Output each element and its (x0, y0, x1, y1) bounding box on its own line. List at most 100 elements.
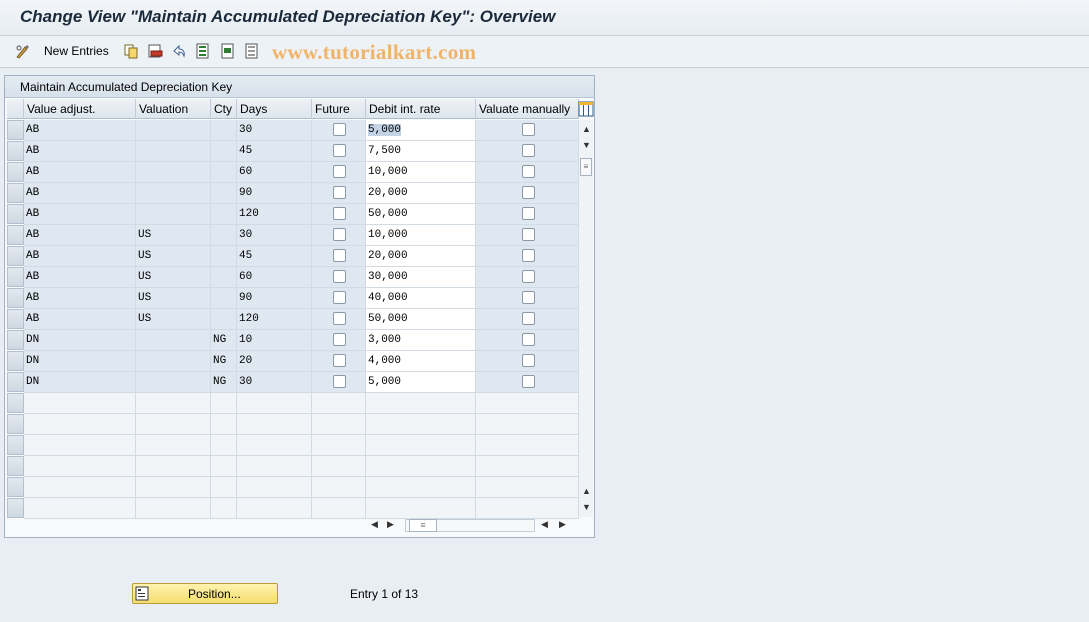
cell-debit-int-rate[interactable]: 7,500 (366, 141, 476, 162)
copy-icon[interactable] (123, 43, 139, 59)
scroll-page-up-icon[interactable]: ▲ (582, 486, 591, 496)
empty-cell (136, 456, 211, 477)
future-checkbox[interactable] (333, 144, 346, 157)
scroll-left-icon[interactable]: ◀ (371, 519, 378, 530)
row-selector[interactable] (7, 309, 24, 329)
cell-debit-int-rate[interactable]: 4,000 (366, 351, 476, 372)
display-change-icon[interactable] (15, 43, 31, 59)
entry-counter: Entry 1 of 13 (350, 587, 419, 601)
future-checkbox[interactable] (333, 354, 346, 367)
hscroll-thumb[interactable]: ≡ (409, 519, 437, 532)
scroll-first-column-icon[interactable]: ◀ (541, 519, 548, 530)
new-entries-button[interactable]: New Entries (44, 44, 109, 58)
future-checkbox[interactable] (333, 207, 346, 220)
position-button[interactable]: Position... (132, 583, 278, 604)
column-header-debit-int-rate[interactable]: Debit int. rate (366, 99, 476, 119)
scroll-right-icon[interactable]: ▶ (387, 519, 394, 530)
scroll-thumb[interactable]: ≡ (580, 158, 592, 176)
row-selector[interactable] (7, 330, 24, 350)
value-adjust-value: DN (26, 376, 40, 388)
row-selector[interactable] (7, 183, 24, 203)
value-adjust-value: AB (26, 271, 40, 283)
cell-debit-int-rate[interactable]: 30,000 (366, 267, 476, 288)
valuate-manually-checkbox[interactable] (522, 249, 535, 262)
column-header-value-adjust[interactable]: Value adjust. (24, 99, 136, 119)
cell-debit-int-rate[interactable]: 20,000 (366, 183, 476, 204)
scroll-last-column-icon[interactable]: ▶ (559, 519, 566, 530)
cell-debit-int-rate[interactable]: 40,000 (366, 288, 476, 309)
future-checkbox[interactable] (333, 291, 346, 304)
row-selector[interactable] (7, 162, 24, 182)
row-selector[interactable] (7, 498, 24, 518)
future-checkbox[interactable] (333, 228, 346, 241)
row-selector[interactable] (7, 477, 24, 497)
row-selector[interactable] (7, 372, 24, 392)
row-selector[interactable] (7, 120, 24, 140)
valuate-manually-checkbox[interactable] (522, 165, 535, 178)
undo-icon[interactable] (171, 43, 187, 59)
row-selector[interactable] (7, 288, 24, 308)
valuate-manually-checkbox[interactable] (522, 186, 535, 199)
scroll-down-icon[interactable]: ▼ (582, 140, 591, 150)
valuate-manually-checkbox[interactable] (522, 123, 535, 136)
row-selector[interactable] (7, 225, 24, 245)
cell-value-adjust: DN (24, 351, 136, 372)
valuate-manually-checkbox[interactable] (522, 354, 535, 367)
row-selector[interactable] (7, 246, 24, 266)
future-checkbox[interactable] (333, 270, 346, 283)
cell-debit-int-rate[interactable]: 10,000 (366, 225, 476, 246)
valuate-manually-checkbox[interactable] (522, 375, 535, 388)
row-selector[interactable] (7, 414, 24, 434)
column-header-valuation[interactable]: Valuation (136, 99, 211, 119)
cell-days: 20 (237, 351, 312, 372)
future-checkbox[interactable] (333, 333, 346, 346)
cell-debit-int-rate[interactable]: 5,000 (366, 372, 476, 393)
future-checkbox[interactable] (333, 123, 346, 136)
row-selector[interactable] (7, 456, 24, 476)
column-header-future[interactable]: Future (312, 99, 366, 119)
row-selector[interactable] (7, 141, 24, 161)
cell-cty: NG (211, 351, 237, 372)
cell-debit-int-rate[interactable]: 50,000 (366, 309, 476, 330)
valuate-manually-checkbox[interactable] (522, 207, 535, 220)
future-checkbox[interactable] (333, 186, 346, 199)
valuate-manually-checkbox[interactable] (522, 270, 535, 283)
column-header-days[interactable]: Days (237, 99, 312, 119)
valuate-manually-checkbox[interactable] (522, 228, 535, 241)
empty-cell (136, 477, 211, 498)
cell-future (312, 330, 366, 351)
valuate-manually-checkbox[interactable] (522, 312, 535, 325)
select-all-rows-corner[interactable] (7, 99, 24, 119)
valuate-manually-checkbox[interactable] (522, 333, 535, 346)
row-selector[interactable] (7, 351, 24, 371)
future-checkbox[interactable] (333, 375, 346, 388)
table-settings-icon[interactable] (578, 101, 594, 117)
cell-debit-int-rate[interactable]: 20,000 (366, 246, 476, 267)
future-checkbox[interactable] (333, 165, 346, 178)
cell-debit-int-rate[interactable]: 3,000 (366, 330, 476, 351)
select-all-icon[interactable] (195, 43, 211, 59)
row-selector[interactable] (7, 204, 24, 224)
cell-days: 90 (237, 183, 312, 204)
valuate-manually-checkbox[interactable] (522, 144, 535, 157)
future-checkbox[interactable] (333, 312, 346, 325)
column-header-valuate-manually[interactable]: Valuate manually (476, 99, 579, 119)
cell-debit-int-rate[interactable]: 50,000 (366, 204, 476, 225)
future-checkbox[interactable] (333, 249, 346, 262)
vertical-scrollbar[interactable]: ▲ ▼ ≡ ▲ ▼ (579, 120, 593, 517)
row-selector[interactable] (7, 393, 24, 413)
row-selector[interactable] (7, 435, 24, 455)
select-block-icon[interactable] (220, 43, 236, 59)
scroll-end-icon[interactable]: ▼ (582, 502, 591, 512)
valuate-manually-checkbox[interactable] (522, 291, 535, 304)
cell-debit-int-rate[interactable]: 10,000 (366, 162, 476, 183)
scroll-up-icon[interactable]: ▲ (582, 124, 591, 134)
empty-cell (366, 456, 476, 477)
empty-cell (211, 435, 237, 456)
cell-debit-int-rate[interactable]: 5,000 (366, 120, 476, 141)
deselect-all-icon[interactable] (244, 43, 260, 59)
row-selector[interactable] (7, 267, 24, 287)
column-header-cty[interactable]: Cty (211, 99, 237, 119)
delete-icon[interactable] (147, 43, 163, 59)
horizontal-scrollbar[interactable]: ◀ ▶ ≡ ◀ ▶ (367, 517, 577, 533)
